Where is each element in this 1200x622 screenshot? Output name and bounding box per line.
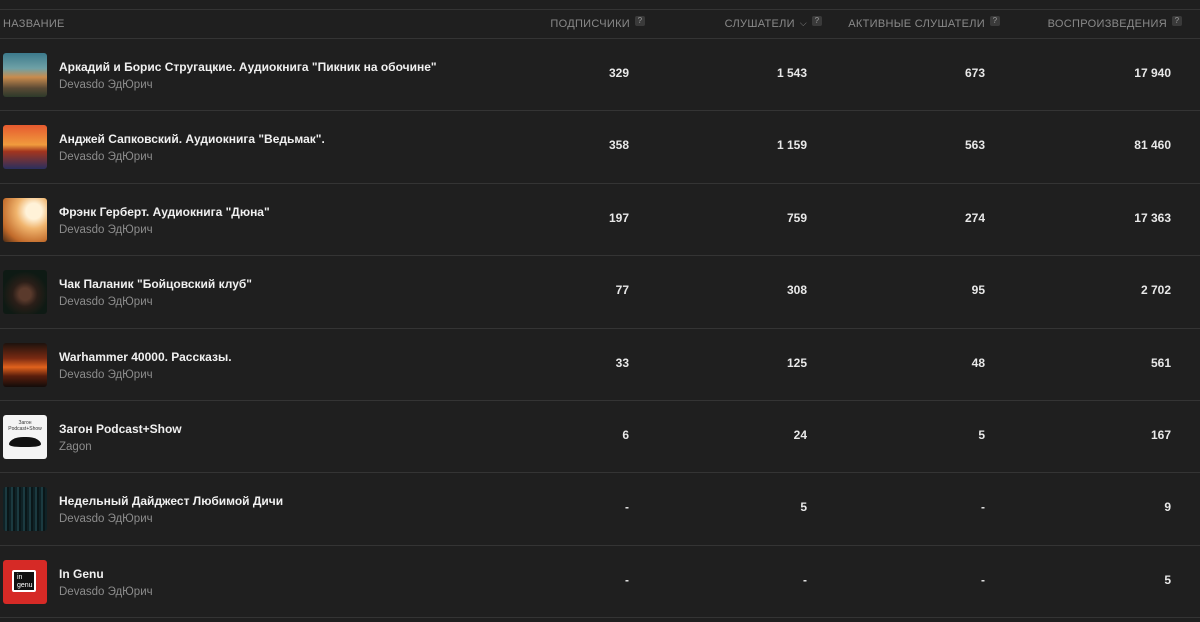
help-icon[interactable]: ? — [990, 16, 1000, 26]
podcast-title[interactable]: Warhammer 40000. Рассказы. — [59, 350, 232, 364]
table-row[interactable]: Чак Паланик "Бойцовский клуб" Devasdo Эд… — [0, 256, 1200, 329]
plays-value: 167 — [1150, 427, 1171, 442]
column-header-plays[interactable]: ВОСПРОИЗВЕДЕНИЯ ? — [1047, 16, 1182, 30]
active-listeners-value: 48 — [971, 355, 985, 370]
podcast-author: Devasdo ЭдЮрич — [59, 585, 153, 598]
plays-value: 81 460 — [1134, 138, 1171, 153]
column-header-active-listeners[interactable]: АКТИВНЫЕ СЛУШАТЕЛИ ? — [848, 16, 1000, 30]
listeners-value: 5 — [800, 500, 807, 515]
plays-value: 9 — [1164, 500, 1171, 515]
plays-value: 561 — [1150, 355, 1171, 370]
subscribers-value: 329 — [608, 66, 629, 80]
podcast-title[interactable]: Анджей Сапковский. Аудиокнига "Ведьмак". — [59, 132, 325, 146]
podcast-author: Zagon — [59, 440, 92, 453]
podcast-author: Devasdo ЭдЮрич — [59, 513, 153, 526]
podcast-author: Devasdo ЭдЮрич — [59, 151, 153, 164]
listeners-value: 1 543 — [776, 66, 807, 80]
table-row[interactable]: Warhammer 40000. Рассказы. Devasdo ЭдЮри… — [0, 329, 1200, 401]
podcast-cover-image[interactable] — [3, 270, 47, 315]
podcast-stats-table: НАЗВАНИЕ ПОДПИСЧИКИ ? СЛУШАТЕЛИ ⌵ ? АКТИ… — [0, 0, 1200, 622]
plays-value: 2 702 — [1140, 283, 1171, 298]
column-header-subscribers[interactable]: ПОДПИСЧИКИ ? — [550, 16, 645, 30]
active-listeners-value: 274 — [964, 210, 985, 225]
podcast-title[interactable]: Аркадий и Борис Стругацкие. Аудиокнига "… — [59, 60, 437, 74]
podcast-author: Devasdo ЭдЮрич — [59, 223, 153, 236]
podcast-title[interactable]: Чак Паланик "Бойцовский клуб" — [59, 277, 252, 291]
podcast-title[interactable]: Фрэнк Герберт. Аудиокнига "Дюна" — [59, 205, 270, 219]
active-listeners-value: 673 — [964, 66, 985, 80]
plays-value: 5 — [1164, 572, 1171, 587]
podcast-cover-image[interactable] — [3, 53, 47, 97]
listeners-value: 1 159 — [776, 138, 807, 153]
subscribers-value: 33 — [615, 355, 629, 370]
chevron-down-icon[interactable]: ⌵ — [800, 18, 807, 29]
podcast-author: Devasdo ЭдЮрич — [59, 79, 153, 91]
table-row[interactable]: Анджей Сапковский. Аудиокнига "Ведьмак".… — [0, 111, 1200, 184]
column-header-plays-label: ВОСПРОИЗВЕДЕНИЯ — [1047, 18, 1167, 30]
active-listeners-value: 95 — [971, 283, 985, 298]
listeners-value: - — [803, 572, 807, 587]
table-row[interactable]: Аркадий и Борис Стругацкие. Аудиокнига "… — [0, 39, 1200, 112]
podcast-cover-image[interactable] — [3, 487, 47, 532]
table-row[interactable]: Фрэнк Герберт. Аудиокнига "Дюна" Devasdo… — [0, 184, 1200, 257]
table-row[interactable]: Недельный Дайджест Любимой Дичи Devasdo … — [0, 473, 1200, 546]
listeners-value: 308 — [786, 283, 807, 298]
podcast-cover-image[interactable] — [3, 342, 47, 387]
column-header-active-label: АКТИВНЫЕ СЛУШАТЕЛИ — [848, 18, 985, 30]
subscribers-value: 197 — [608, 210, 629, 225]
listeners-value: 759 — [786, 210, 807, 225]
subscribers-value: 358 — [608, 138, 629, 153]
active-listeners-value: - — [981, 572, 985, 587]
mustache-icon — [9, 436, 41, 447]
plays-value: 17 940 — [1134, 66, 1171, 80]
help-icon[interactable]: ? — [1172, 16, 1182, 26]
column-header-name-label: НАЗВАНИЕ — [3, 18, 65, 30]
podcast-author: Devasdo ЭдЮрич — [59, 296, 153, 309]
podcast-cover-image[interactable]: Загон Podcast+Show — [3, 414, 47, 459]
column-header-listeners-label: СЛУШАТЕЛИ — [724, 18, 795, 30]
column-header-subscribers-label: ПОДПИСЧИКИ — [550, 18, 630, 30]
podcast-author: Devasdo ЭдЮрич — [59, 368, 153, 381]
active-listeners-value: 563 — [964, 138, 985, 153]
table-row[interactable]: in genu In Genu Devasdo ЭдЮрич - - - 5 — [0, 546, 1200, 619]
subscribers-value: - — [625, 572, 629, 587]
podcast-title[interactable]: In Genu — [59, 567, 104, 581]
podcast-cover-image[interactable] — [3, 197, 47, 242]
listeners-value: 125 — [786, 355, 807, 370]
active-listeners-value: - — [981, 500, 985, 515]
podcast-title[interactable]: Недельный Дайджест Любимой Дичи — [59, 494, 283, 508]
podcast-cover-image[interactable] — [3, 125, 47, 170]
cover-text: Загон Podcast+Show — [8, 419, 42, 432]
column-header-name[interactable]: НАЗВАНИЕ — [3, 18, 65, 30]
table-header: НАЗВАНИЕ ПОДПИСЧИКИ ? СЛУШАТЕЛИ ⌵ ? АКТИ… — [0, 10, 1200, 39]
podcast-title[interactable]: Загон Podcast+Show — [59, 422, 182, 436]
plays-value: 17 363 — [1134, 210, 1171, 225]
subscribers-value: 6 — [622, 427, 629, 442]
listeners-value: 24 — [793, 427, 807, 442]
podcast-cover-image[interactable]: in genu — [3, 559, 47, 604]
subscribers-value: - — [625, 500, 629, 515]
active-listeners-value: 5 — [978, 427, 985, 442]
column-header-listeners[interactable]: СЛУШАТЕЛИ ⌵ ? — [724, 16, 822, 30]
cover-text: in genu — [12, 569, 36, 592]
help-icon[interactable]: ? — [812, 16, 822, 26]
help-icon[interactable]: ? — [635, 16, 645, 26]
table-body: Аркадий и Борис Стругацкие. Аудиокнига "… — [0, 39, 1200, 619]
table-row[interactable]: Загон Podcast+Show Загон Podcast+Show Za… — [0, 401, 1200, 474]
subscribers-value: 77 — [615, 283, 629, 298]
